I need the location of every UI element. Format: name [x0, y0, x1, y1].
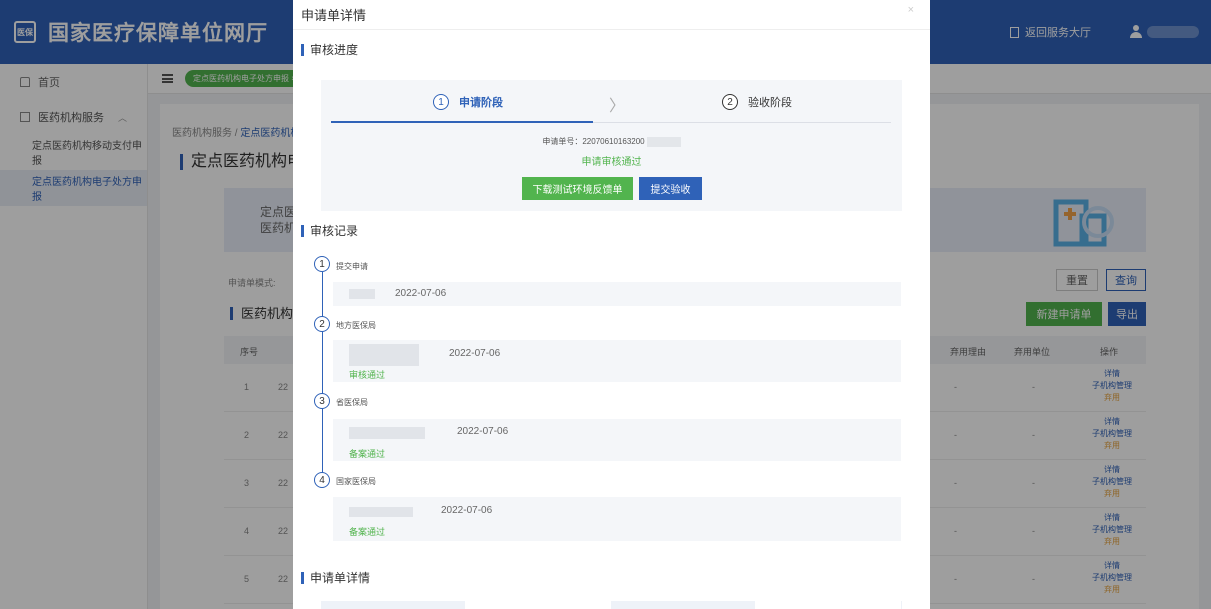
redacted-block [349, 507, 413, 517]
detail-section-title: 申请单详情 [301, 572, 370, 584]
timeline-node: 1 [314, 256, 330, 272]
record-label: 提交申请 [336, 262, 368, 271]
record-card: 2022-07-06 [333, 282, 901, 306]
record-label: 国家医保局 [336, 477, 376, 486]
progress-section-title: 审核进度 [301, 44, 358, 56]
timeline-node: 4 [314, 472, 330, 488]
step-track-active [331, 121, 593, 123]
record-card: 2022-07-06 备案通过 [333, 419, 901, 461]
detail-cell [465, 601, 611, 609]
redacted-block [349, 344, 419, 366]
close-icon[interactable]: × [908, 4, 914, 16]
record-date: 2022-07-06 [449, 348, 501, 359]
record-result: 备案通过 [349, 527, 386, 537]
download-feedback-button[interactable]: 下载测试环境反馈单 [522, 177, 633, 200]
step-label: 申请阶段 [459, 97, 503, 109]
application-number: 申请单号：220706101632​00 [321, 136, 902, 147]
application-number-text: 申请单号：220706101632​00 [542, 137, 645, 146]
record-result: 备案通过 [349, 449, 386, 459]
record-date: 2022-07-06 [395, 288, 447, 299]
detail-table-top [321, 601, 902, 609]
record-date: 2022-07-06 [457, 426, 509, 437]
record-label: 省医保局 [336, 398, 368, 407]
record-label: 地方医保局 [336, 321, 376, 330]
step-number: 2 [722, 94, 738, 110]
chevron-right-icon: 〉 [609, 98, 626, 115]
step-apply[interactable]: 1 申请阶段 [433, 94, 503, 110]
modal-title: 申请单详情 [301, 8, 367, 23]
progress-panel: 1 申请阶段 〉 2 验收阶段 申请单号：220706101632​00 申请审… [321, 80, 902, 211]
redacted-block [349, 289, 375, 299]
timeline-line [322, 272, 323, 485]
redacted-block [646, 136, 681, 147]
application-detail-modal: 申请单详情 × 审核进度 1 申请阶段 〉 2 验收阶段 申请单号：220706… [293, 0, 930, 609]
step-label: 验收阶段 [748, 97, 792, 109]
record-date: 2022-07-06 [441, 505, 493, 516]
record-card: 2022-07-06 审核通过 [333, 340, 901, 382]
record-card: 2022-07-06 备案通过 [333, 497, 901, 541]
record-result: 审核通过 [349, 370, 386, 380]
timeline-node: 3 [314, 393, 330, 409]
detail-cell [755, 601, 901, 609]
modal-divider [293, 29, 930, 30]
timeline-node: 2 [314, 316, 330, 332]
application-status: 申请审核通过 [581, 157, 642, 168]
step-bar: 1 申请阶段 〉 2 验收阶段 [331, 80, 891, 124]
submit-acceptance-button[interactable]: 提交验收 [639, 177, 702, 200]
redacted-block [349, 427, 425, 439]
step-acceptance[interactable]: 2 验收阶段 [722, 94, 792, 110]
records-section-title: 审核记录 [301, 225, 358, 237]
step-number: 1 [433, 94, 449, 110]
